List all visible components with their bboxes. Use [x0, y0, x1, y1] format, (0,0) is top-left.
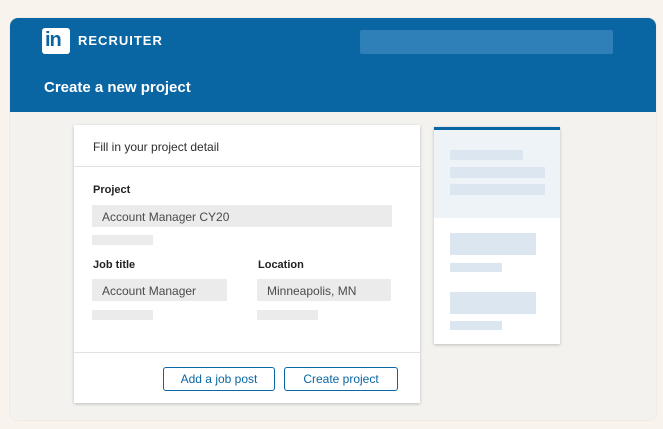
job-post-preview-panel — [434, 127, 560, 344]
preview-skeleton — [450, 150, 523, 160]
job-title-field[interactable]: Account Manager — [92, 279, 227, 301]
preview-header — [434, 130, 560, 218]
placeholder-skeleton — [92, 235, 153, 245]
form-footer: Add a job post Create project — [74, 352, 420, 403]
placeholder-skeleton — [92, 310, 153, 320]
linkedin-logo-icon[interactable]: in — [42, 28, 70, 54]
preview-skeleton — [450, 292, 536, 314]
preview-skeleton — [450, 321, 502, 330]
form-heading: Fill in your project detail — [93, 140, 220, 154]
preview-skeleton — [450, 263, 502, 272]
preview-skeleton — [450, 233, 536, 255]
location-label: Location — [258, 259, 304, 271]
location-field[interactable]: Minneapolis, MN — [257, 279, 391, 301]
logo-glyph: in — [45, 29, 62, 51]
placeholder-skeleton — [257, 310, 318, 320]
project-form-card: Fill in your project detail Project Acco… — [74, 125, 420, 403]
add-job-post-button[interactable]: Add a job post — [163, 367, 275, 391]
job-title-label: Job title — [93, 259, 136, 271]
brand-name: RECRUITER — [78, 33, 163, 48]
app-header: in RECRUITER Create a new project — [10, 18, 656, 112]
project-label: Project — [93, 184, 131, 196]
preview-skeleton — [450, 167, 545, 178]
page-title: Create a new project — [44, 79, 191, 96]
create-project-button[interactable]: Create project — [284, 367, 398, 391]
form-header: Fill in your project detail — [74, 125, 420, 167]
project-name-field[interactable]: Account Manager CY20 — [92, 205, 392, 227]
recruiter-app: in RECRUITER Create a new project Fill i… — [10, 18, 656, 420]
preview-skeleton — [450, 184, 545, 195]
search-bar[interactable] — [360, 30, 613, 54]
